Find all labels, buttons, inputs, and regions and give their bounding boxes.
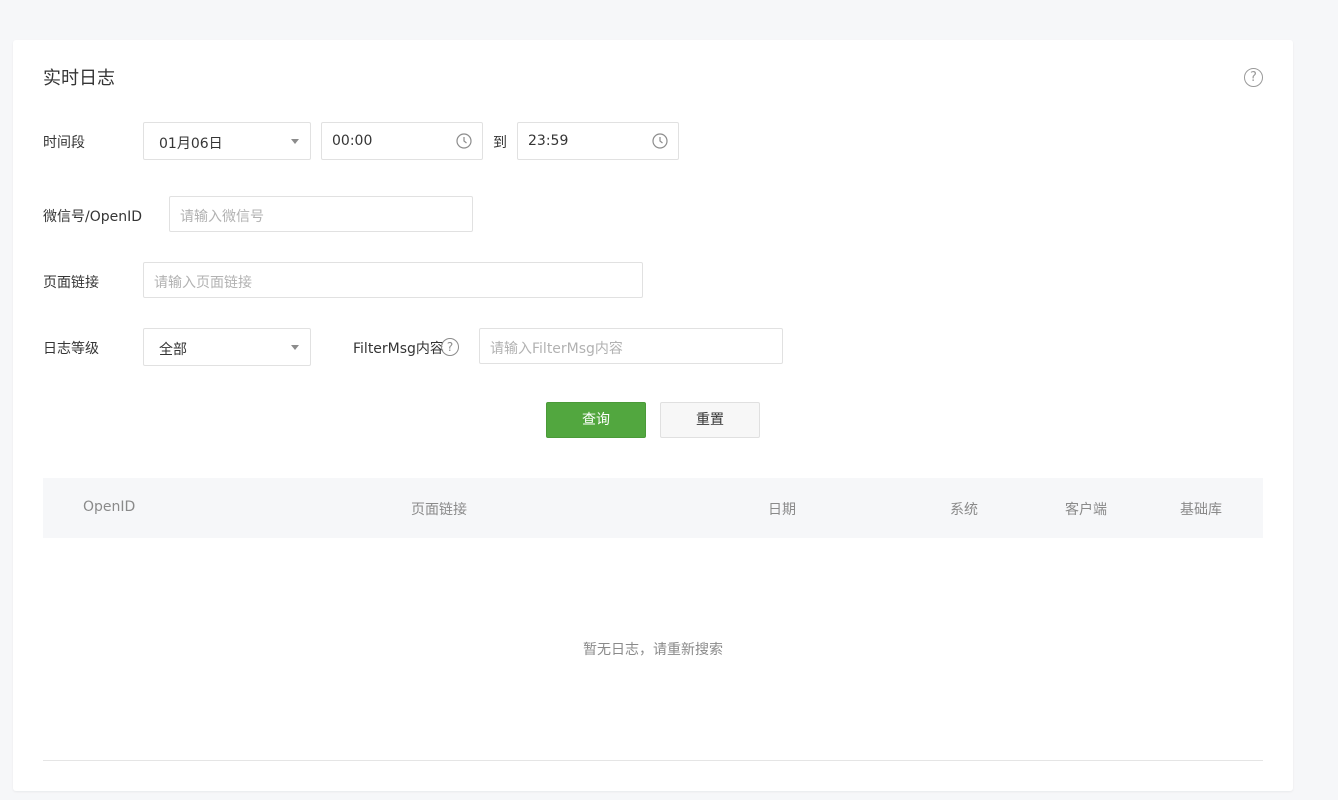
column-system: 系统 bbox=[950, 502, 978, 518]
table-bottom-divider bbox=[43, 760, 1263, 761]
openid-input[interactable]: 请输入微信号 bbox=[169, 196, 473, 232]
start-time-value: 00:00 bbox=[332, 133, 373, 149]
filter-msg-input[interactable]: 请输入FilterMsg内容 bbox=[479, 328, 783, 364]
clock-icon bbox=[456, 133, 472, 149]
page-title: 实时日志 bbox=[43, 68, 115, 89]
reset-button[interactable]: 重置 bbox=[660, 402, 760, 438]
date-select-value: 01月06日 bbox=[159, 136, 223, 152]
chevron-down-icon bbox=[291, 139, 299, 144]
openid-label: 微信号/OpenID bbox=[43, 209, 143, 225]
end-time-picker[interactable]: 23:59 bbox=[517, 122, 679, 160]
page-link-label: 页面链接 bbox=[43, 275, 99, 291]
empty-state-text: 暂无日志，请重新搜索 bbox=[583, 642, 723, 658]
to-label: 到 bbox=[493, 135, 507, 151]
column-client: 客户端 bbox=[1065, 502, 1107, 518]
chevron-down-icon bbox=[291, 345, 299, 350]
page-link-input[interactable]: 请输入页面链接 bbox=[143, 262, 643, 298]
log-level-select[interactable]: 全部 bbox=[143, 328, 311, 366]
log-level-value: 全部 bbox=[159, 342, 187, 358]
realtime-log-panel: 实时日志 ? 时间段 01月06日 00:00 到 23:59 微信号/Open… bbox=[13, 40, 1293, 791]
query-button[interactable]: 查询 bbox=[546, 402, 646, 438]
clock-icon bbox=[652, 133, 668, 149]
page-link-placeholder: 请输入页面链接 bbox=[154, 275, 252, 291]
filter-help-icon[interactable]: ? bbox=[441, 338, 459, 356]
start-time-picker[interactable]: 00:00 bbox=[321, 122, 483, 160]
column-openid: OpenID bbox=[83, 499, 136, 515]
table-header: OpenID 页面链接 日期 系统 客户端 基础库 bbox=[43, 478, 1263, 538]
date-select[interactable]: 01月06日 bbox=[143, 122, 311, 160]
end-time-value: 23:59 bbox=[528, 133, 569, 149]
column-base-lib: 基础库 bbox=[1180, 502, 1222, 518]
filter-msg-label: FilterMsg内容 bbox=[353, 341, 444, 357]
log-level-label: 日志等级 bbox=[43, 341, 99, 357]
column-page-link: 页面链接 bbox=[411, 502, 467, 518]
filter-msg-placeholder: 请输入FilterMsg内容 bbox=[490, 341, 623, 357]
column-date: 日期 bbox=[768, 502, 796, 518]
openid-placeholder: 请输入微信号 bbox=[180, 209, 264, 225]
time-range-label: 时间段 bbox=[43, 135, 85, 151]
help-icon[interactable]: ? bbox=[1244, 68, 1263, 87]
